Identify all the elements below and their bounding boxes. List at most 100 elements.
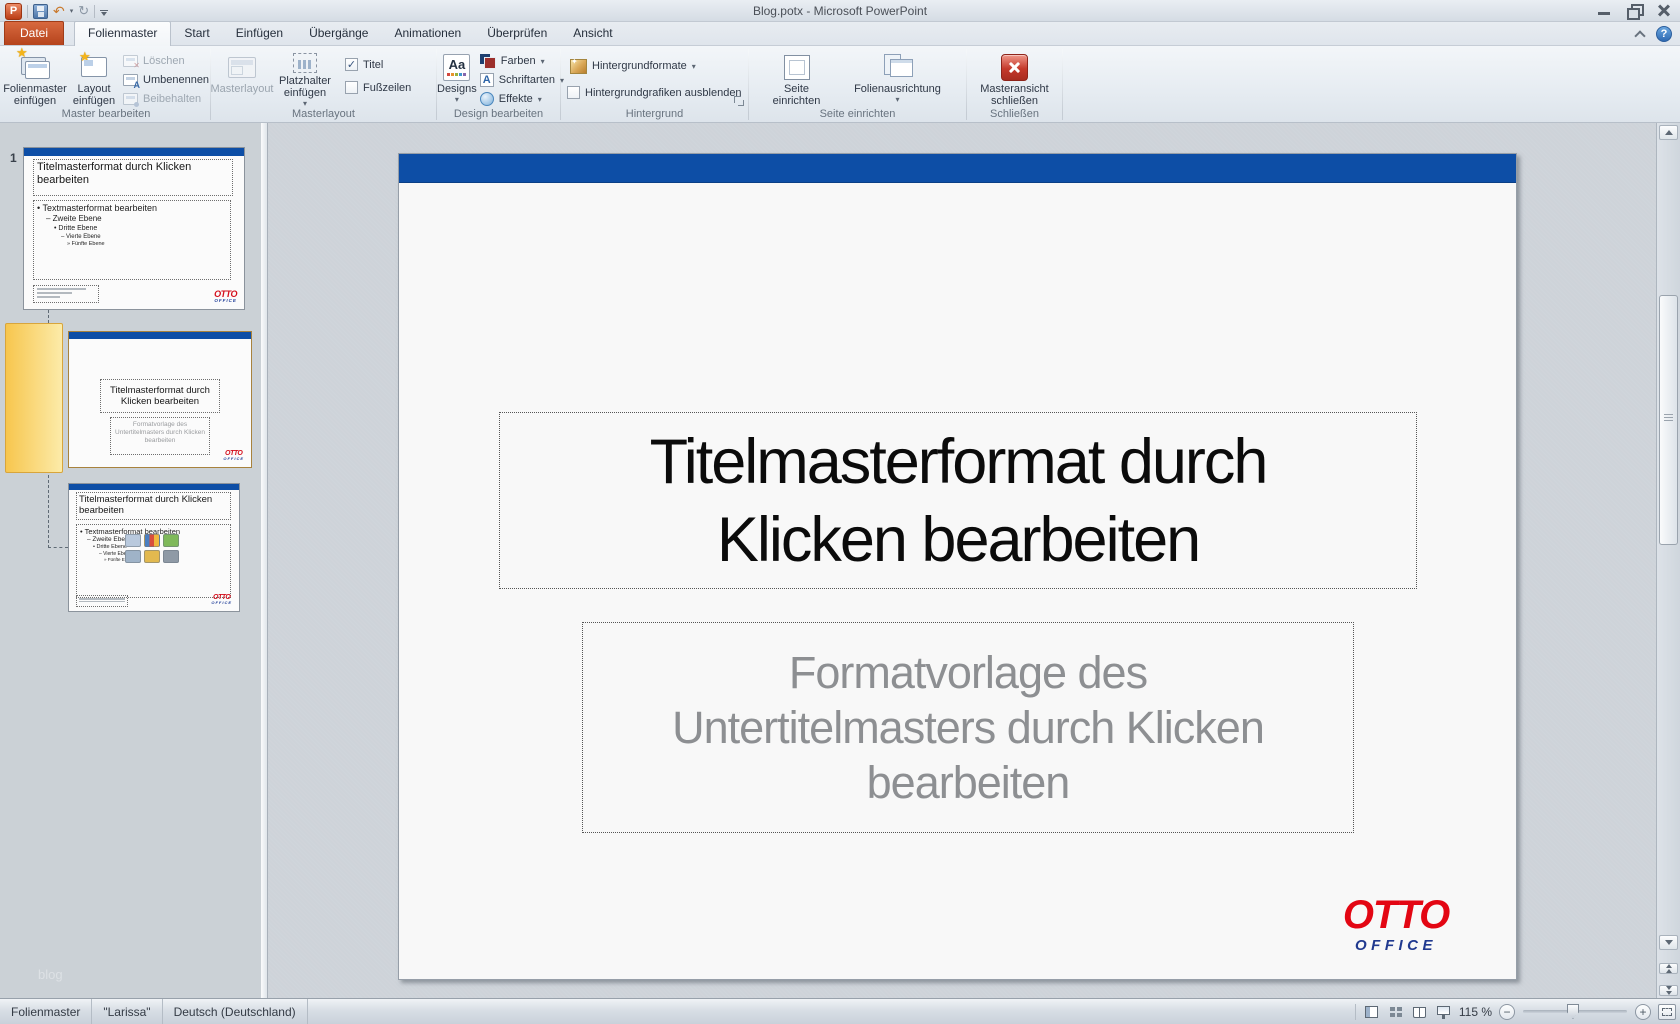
themes-label: Designs (437, 83, 477, 95)
layout-icon (81, 57, 107, 77)
slide-thumbnail-master[interactable]: Titelmasterformat durch Klicken bearbeit… (23, 147, 245, 310)
previous-slide-button[interactable] (1659, 963, 1678, 974)
status-language-label[interactable]: Deutsch (Deutschland) (163, 999, 308, 1024)
background-styles-button[interactable]: Hintergrundformate ▾ (567, 58, 748, 74)
vertical-scrollbar[interactable] (1656, 123, 1680, 998)
footers-checkbox-label: Fußzeilen (363, 82, 411, 94)
close-master-view-button[interactable]: Masteransicht schließen (971, 48, 1059, 108)
qat-customize-button[interactable] (100, 7, 108, 16)
group-masterlayout: Masterlayout Platzhalter einfügen ▾ ✓ Ti… (211, 46, 436, 122)
thumbnail-number: 1 (10, 151, 17, 165)
collapse-ribbon-icon[interactable] (1634, 30, 1645, 41)
redo-button[interactable]: ↻ (78, 4, 89, 18)
powerpoint-window: P ↶ ▾ ↻ Blog.potx - Microsoft PowerPoint… (0, 0, 1680, 1024)
group-label: Hintergrund (561, 108, 748, 120)
tab-folienmaster[interactable]: Folienmaster (74, 21, 171, 46)
scrollbar-grip-icon (1664, 414, 1673, 422)
slide-thumbnail-content-layout[interactable]: Titelmasterformat durch Klicken bearbeit… (68, 483, 240, 612)
view-slide-sorter-button[interactable] (1387, 1005, 1404, 1019)
insert-placeholder-button[interactable]: Platzhalter einfügen ▾ (273, 48, 337, 108)
view-normal-button[interactable] (1363, 1005, 1380, 1019)
close-master-view-label: Masteransicht schließen (971, 83, 1059, 107)
zoom-slider[interactable] (1523, 1010, 1627, 1013)
tab-start[interactable]: Start (171, 22, 222, 45)
subtitle-placeholder[interactable]: Formatvorlage des Untertitelmasters durc… (582, 622, 1354, 833)
slide-orientation-label: Folienausrichtung (854, 83, 941, 95)
save-button[interactable] (33, 4, 48, 19)
close-button[interactable] (1656, 4, 1672, 17)
rename-button[interactable]: Umbenennen (120, 72, 208, 88)
preserve-icon (123, 93, 138, 105)
checkbox-checked-icon: ✓ (345, 58, 358, 71)
file-tab[interactable]: Datei (4, 21, 64, 45)
slide-orientation-button[interactable]: Folienausrichtung ▾ (843, 48, 953, 108)
dropdown-icon: ▾ (895, 95, 899, 104)
tab-uebergaenge[interactable]: Übergänge (296, 22, 381, 45)
footers-checkbox[interactable]: Fußzeilen (345, 81, 432, 94)
title-checkbox[interactable]: ✓ Titel (345, 58, 432, 71)
title-placeholder[interactable]: Titelmasterformat durch Klicken bearbeit… (499, 412, 1417, 589)
qat-separator (27, 5, 28, 18)
insert-layout-label: Layout einfügen (68, 83, 120, 107)
help-button[interactable]: ? (1656, 26, 1672, 42)
scrollbar-thumb[interactable] (1659, 295, 1678, 545)
delete-button[interactable]: Löschen (120, 53, 208, 69)
zoom-slider-thumb[interactable] (1567, 1004, 1579, 1019)
group-label: Master bearbeiten (2, 108, 210, 120)
next-slide-button[interactable] (1659, 985, 1678, 996)
bullet-level-1: Textmasterformat bearbeiten (37, 203, 227, 214)
dropdown-icon: ▾ (541, 57, 545, 66)
page-setup-icon (784, 55, 810, 80)
group-label: Schließen (967, 108, 1062, 120)
scroll-down-button[interactable] (1659, 935, 1678, 950)
status-theme-label[interactable]: "Larissa" (92, 999, 162, 1024)
delete-label: Löschen (143, 55, 185, 67)
thumbnail-subtitle-placeholder: Formatvorlage des Untertitelmasters durc… (110, 417, 210, 455)
double-arrow-up-icon (1666, 964, 1672, 968)
quick-access-toolbar: P ↶ ▾ ↻ (5, 2, 108, 20)
group-label: Seite einrichten (749, 108, 966, 120)
hide-background-graphics-checkbox[interactable]: Hintergrundgrafiken ausblenden (567, 86, 748, 99)
tab-ueberpruefen[interactable]: Überprüfen (474, 22, 560, 45)
effects-button[interactable]: Effekte ▾ (477, 91, 567, 107)
fonts-button[interactable]: A Schriftarten ▾ (477, 72, 567, 88)
slide-thumbnail-title-layout[interactable]: Titelmasterformat durch Klicken bearbeit… (68, 331, 252, 468)
slide-canvas[interactable]: Titelmasterformat durch Klicken bearbeit… (398, 153, 1517, 980)
tab-ansicht[interactable]: Ansicht (560, 22, 625, 45)
status-separator (1355, 1004, 1356, 1020)
undo-dropdown-icon[interactable]: ▾ (70, 7, 74, 15)
minimize-button[interactable] (1596, 4, 1612, 17)
fit-to-window-button[interactable] (1658, 1004, 1676, 1020)
background-dialog-launcher[interactable] (734, 96, 744, 106)
insert-layout-button[interactable]: Layout einfügen (68, 48, 120, 108)
double-arrow-down-icon (1666, 986, 1672, 990)
view-slideshow-button[interactable] (1435, 1005, 1452, 1019)
panel-splitter[interactable] (261, 123, 268, 998)
zoom-out-button[interactable] (1499, 1004, 1515, 1020)
thumbnail-title-placeholder: Titelmasterformat durch Klicken bearbeit… (76, 492, 231, 520)
tab-einfuegen[interactable]: Einfügen (223, 22, 296, 45)
master-layout-button[interactable]: Masterlayout (211, 48, 273, 108)
group-label: Masterlayout (211, 108, 436, 120)
undo-button[interactable]: ↶ (53, 4, 65, 18)
fonts-label: Schriftarten (499, 74, 555, 86)
zoom-level[interactable]: 115 % (1459, 1005, 1492, 1019)
zoom-in-button[interactable] (1635, 1004, 1651, 1020)
thumbnail-title-placeholder: Titelmasterformat durch Klicken bearbeit… (100, 379, 220, 413)
background-styles-label: Hintergrundformate (592, 60, 687, 72)
restore-button[interactable] (1626, 4, 1642, 17)
dropdown-icon: ▾ (455, 95, 459, 104)
powerpoint-icon[interactable]: P (5, 3, 22, 20)
insert-slide-master-label: Folienmaster einfügen (2, 83, 68, 107)
preserve-button[interactable]: Beibehalten (120, 91, 208, 107)
status-view-label[interactable]: Folienmaster (0, 999, 92, 1024)
bullet-level-4: Vierte Ebene (37, 233, 227, 241)
tab-animationen[interactable]: Animationen (381, 22, 474, 45)
insert-slide-master-button[interactable]: Folienmaster einfügen (2, 48, 68, 108)
colors-button[interactable]: Farben ▾ (477, 53, 567, 69)
view-reading-button[interactable] (1411, 1005, 1428, 1019)
scroll-up-button[interactable] (1659, 125, 1678, 140)
themes-button[interactable]: Aa Designs ▾ (437, 48, 477, 108)
otto-logo-name: OTTO (1337, 895, 1455, 935)
page-setup-button[interactable]: Seite einrichten (763, 48, 831, 108)
